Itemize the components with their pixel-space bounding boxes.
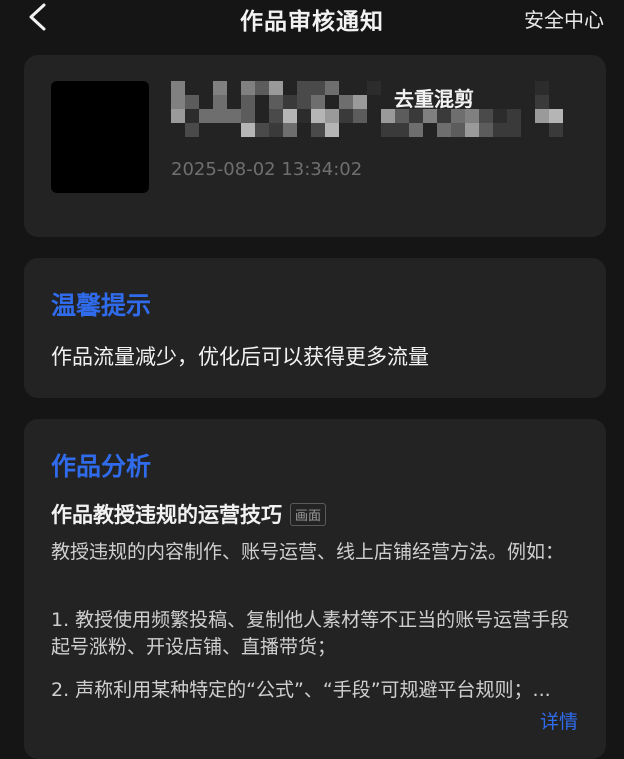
mosaic-pixel [297,109,311,123]
mosaic-pixel [549,109,563,123]
mosaic-pixel [241,95,255,109]
mosaic-pixel [381,123,395,137]
mosaic-pixel [465,123,479,137]
mosaic-pixel [227,109,241,123]
mosaic-pixel [297,95,311,109]
video-date: 2025-08-02 13:34:02 [171,159,363,180]
mosaic-pixel [171,95,185,109]
mosaic-pixel [549,123,563,137]
rule-example-2: 2. 声称利用某种特定的“公式”、“手段”可规避平台规则；... [51,679,551,701]
mosaic-pixel [535,95,549,109]
mosaic-pixel [507,123,521,137]
mosaic-pixel [269,123,283,137]
mosaic-pixel [493,109,507,123]
mosaic-pixel [535,109,549,123]
mosaic-pixel [535,81,549,95]
mosaic-pixel [185,109,199,123]
mosaic-pixel [213,81,227,95]
top-bar: 作品审核通知 安全中心 [0,0,624,36]
mosaic-pixel [269,109,283,123]
mosaic-pixel [325,123,339,137]
mosaic-pixel [269,95,283,109]
mosaic-pixel [353,109,367,123]
mosaic-pixel [185,123,199,137]
mosaic-pixel [409,123,423,137]
mosaic-pixel [241,81,255,95]
mosaic-pixel [479,109,493,123]
mosaic-pixel [199,109,213,123]
video-card[interactable]: 去重混剪 2025-08-02 13:34:02 [24,55,606,237]
mosaic-pixel [269,81,283,95]
video-title: 去重混剪 [394,87,474,111]
mosaic-pixel [255,123,269,137]
mosaic-pixel [311,81,325,95]
mosaic-pixel [367,81,381,95]
mosaic-pixel [171,109,185,123]
mosaic-pixel [339,109,353,123]
mosaic-pixel [283,109,297,123]
mosaic-pixel [185,95,199,109]
mosaic-pixel [213,95,227,109]
rule-title-text: 作品教授违规的运营技巧 [51,503,282,527]
blurred-title-mosaic [171,81,565,137]
rule-title: 作品教授违规的运营技巧 画面 [51,499,327,529]
rule-tag: 画面 [290,502,327,526]
mosaic-pixel [297,81,311,95]
security-center-link[interactable]: 安全中心 [524,4,604,33]
mosaic-pixel [311,123,325,137]
tip-card: 温馨提示 作品流量减少，优化后可以获得更多流量 [24,258,606,398]
mosaic-pixel [437,123,451,137]
analysis-heading: 作品分析 [51,452,152,481]
mosaic-pixel [241,123,255,137]
tip-heading: 温馨提示 [51,291,152,320]
tip-text: 作品流量减少，优化后可以获得更多流量 [51,345,429,369]
rule-description: 教授违规的内容制作、账号运营、线上店铺经营方法。例如： [51,541,565,563]
mosaic-pixel [311,95,325,109]
mosaic-pixel [493,123,507,137]
mosaic-pixel [325,109,339,123]
mosaic-pixel [311,109,325,123]
mosaic-pixel [479,123,493,137]
rule-example-1: 1. 教授使用频繁投稿、复制他人素材等不正当的账号运营手段起号涨粉、开设店铺、直… [51,609,570,658]
mosaic-pixel [325,81,339,95]
mosaic-pixel [353,95,367,109]
mosaic-pixel [507,109,521,123]
mosaic-pixel [339,95,353,109]
analysis-card: 作品分析 作品教授违规的运营技巧 画面 教授违规的内容制作、账号运营、线上店铺经… [24,419,606,759]
mosaic-pixel [395,123,409,137]
detail-link[interactable]: 详情 [540,707,578,734]
mosaic-pixel [283,95,297,109]
mosaic-pixel [213,109,227,123]
video-thumbnail[interactable] [51,81,149,193]
mosaic-pixel [381,109,395,123]
mosaic-pixel [171,81,185,95]
mosaic-pixel [283,123,297,137]
mosaic-pixel [255,81,269,95]
mosaic-pixel [451,123,465,137]
mosaic-pixel [241,109,255,123]
